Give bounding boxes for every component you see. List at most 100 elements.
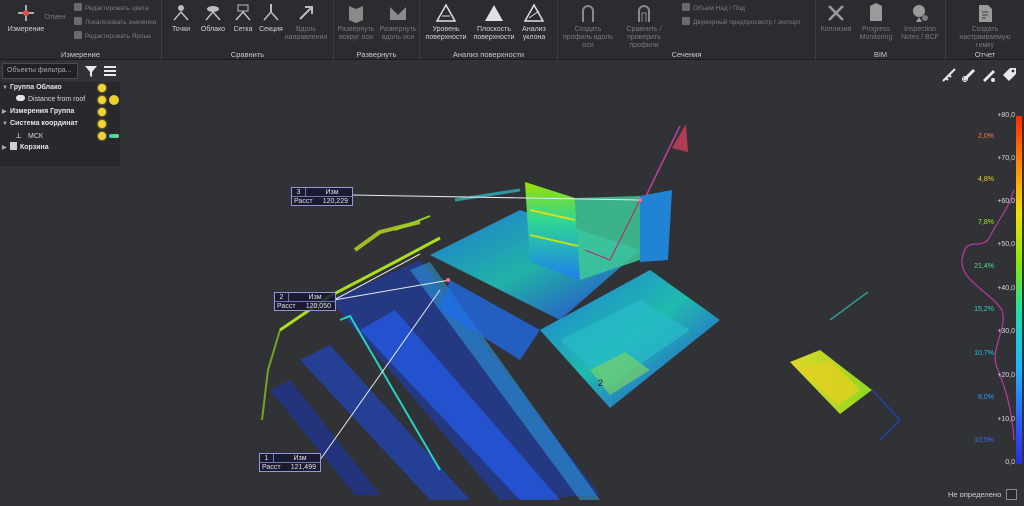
scale-percent: 10,7% [974, 350, 994, 357]
hamburger-menu-icon[interactable] [103, 64, 117, 78]
point-marker-label: 2 [598, 378, 603, 388]
group-unroll: Развернуть вокруг оси Развернуть вдоль о… [334, 0, 420, 60]
surface-level-icon [435, 3, 457, 22]
report-icon [979, 5, 992, 22]
cloud-icon [16, 95, 25, 101]
scale-tick: +60,0 [997, 198, 1015, 205]
edit-label-item[interactable]: Редактировать Ярлык [74, 30, 156, 44]
measurement-label-1[interactable]: 1 Изм Расст 121,499 [259, 453, 321, 472]
point-cloud [261, 124, 902, 500]
tag-tool-icon[interactable] [1000, 66, 1018, 84]
visibility-sun-icon[interactable] [98, 132, 106, 140]
create-custom-report-button[interactable]: Создать настраиваемую гимку [956, 2, 1014, 50]
localize-values-item[interactable]: Локализовать значения [74, 16, 156, 30]
volume-over-under-item[interactable]: Объем Над / Под [682, 2, 801, 16]
visibility-sun-icon[interactable] [98, 108, 106, 116]
color-mode-icon[interactable] [109, 95, 119, 105]
group-label-report: Отчет [974, 50, 996, 59]
ruler-tool-icon[interactable] [940, 66, 958, 84]
filter-input[interactable]: Объекты фильтра... [2, 63, 78, 79]
group-surface: Уровень поверхности Плоскость поверхност… [420, 0, 558, 60]
section-icon [263, 4, 279, 21]
measure-point[interactable] [638, 198, 642, 202]
notes-pin-icon [913, 5, 928, 22]
scale-tick: +20,0 [997, 372, 1015, 379]
collision-button[interactable]: Коллизия [814, 2, 858, 34]
group-label-compare: Сравнить [230, 50, 265, 59]
group-label-surface: Анализ поверхности [452, 50, 525, 59]
measurement-label-2[interactable]: 2 Изм Расст 120,050 [274, 292, 336, 311]
progress-monitoring-button[interactable]: Progress Monitoring [854, 2, 898, 42]
filter-icon[interactable] [84, 64, 98, 78]
compare-profiles-button[interactable]: Сравнить / проверить профили [616, 2, 672, 50]
scale-tick: +10,0 [997, 416, 1015, 423]
expand-arrow-icon[interactable]: ▶ [2, 106, 10, 118]
tree-item-msk[interactable]: ⟂ МСК [0, 130, 120, 142]
visibility-sun-icon[interactable] [98, 96, 106, 104]
edit-colors-item[interactable]: Редактировать цвета [74, 2, 156, 16]
inspection-notes-button[interactable]: Inspection Notes / BCF [898, 2, 942, 42]
annotate-tool-icon[interactable] [980, 66, 998, 84]
3d-viewport[interactable]: 2 [120, 60, 1020, 506]
surface-plane-button[interactable]: Плоскость поверхности [470, 2, 518, 42]
scale-tick: +80,0 [997, 112, 1015, 119]
scale-percent: 7,8% [978, 219, 994, 226]
surface-level-button[interactable]: Уровень поверхности [422, 2, 470, 42]
scale-percent: 21,4% [974, 263, 994, 270]
slope-icon [523, 3, 545, 22]
scale-percent: 2,0% [978, 133, 994, 140]
group-label-measure: Измерение [60, 50, 100, 59]
expand-arrow-icon[interactable]: ▼ [2, 82, 10, 94]
points-icon [173, 5, 189, 21]
unroll-around-axis-button[interactable]: Развернуть вокруг оси [334, 2, 378, 42]
visibility-sun-icon[interactable] [98, 120, 106, 128]
scale-percent: 4,8% [978, 176, 994, 183]
undefined-checkbox[interactable] [1006, 489, 1017, 500]
visibility-sun-icon[interactable] [98, 84, 106, 92]
unroll-around-icon [349, 6, 363, 23]
tree-item-measure-group[interactable]: ▶ Измерения Группа [0, 106, 120, 118]
group-measure: Измерение Отмен Редактировать цвета Лока… [0, 0, 162, 60]
mesh-icon [235, 4, 251, 21]
color-scale-bar [1016, 116, 1022, 464]
scale-tick: +30,0 [997, 328, 1015, 335]
group-compare: Точки Облако Сетка Секция Вдоль направле… [162, 0, 334, 60]
expand-arrow-icon[interactable]: ▶ [2, 142, 10, 154]
scan-tool-icon[interactable] [960, 66, 978, 84]
group-report: Создать настраиваемую гимку Отчет [946, 0, 1024, 60]
unroll-along-icon [390, 7, 406, 20]
tree-item-distance-from-roof[interactable]: Distance from roof [0, 94, 120, 106]
group-label-unroll: Развернуть [356, 50, 397, 59]
compare-profile-icon [638, 5, 650, 22]
cancel-button[interactable]: Отмен [40, 14, 70, 22]
direction-arrow-icon [299, 6, 313, 20]
scale-percent: 8,0% [978, 394, 994, 401]
slope-analysis-button[interactable]: Анализ уклона [514, 2, 554, 42]
unroll-along-axis-button[interactable]: Развернуть вдоль оси [376, 2, 420, 42]
create-profile-button[interactable]: Создать профиль вдоль оси [560, 2, 616, 50]
measure-point[interactable] [446, 278, 450, 282]
filter-placeholder: Объекты фильтра... [7, 67, 72, 74]
scene-tree: ▼ Группа Облако Distance from roof ▶ Измер… [0, 82, 120, 166]
surface-plane-icon [485, 5, 503, 21]
building-icon [870, 3, 882, 21]
link-toggle-icon[interactable] [109, 134, 119, 138]
group-sections: Создать профиль вдоль оси Сравнить / про… [558, 0, 816, 60]
collision-icon [828, 5, 844, 21]
scale-tick: 0,0 [1005, 459, 1015, 466]
group-bim: Коллизия Progress Monitoring Inspection … [816, 0, 946, 60]
measurement-label-3[interactable]: 3 Изм Расст 120,229 [291, 187, 353, 206]
tree-item-coordinate-system[interactable]: ▼ Система координат [0, 118, 120, 130]
cloud-compare-icon [205, 6, 221, 21]
tree-item-trash[interactable]: ▶ Корзина [0, 142, 120, 154]
scale-tick: +40,0 [997, 285, 1015, 292]
tree-item-cloud-group[interactable]: ▼ Группа Облако [0, 82, 120, 94]
ribbon-toolbar: Измерение Отмен Редактировать цвета Лока… [0, 0, 1024, 60]
2d-preview-export-item[interactable]: Двумерный предпросмотр / экспорт [682, 16, 801, 30]
scale-tick: +70,0 [997, 155, 1015, 162]
measure-small-items: Редактировать цвета Локализовать значени… [74, 2, 156, 44]
scale-percent: 15,2% [974, 306, 994, 313]
along-direction-button[interactable]: Вдоль направления [284, 2, 328, 42]
expand-arrow-icon[interactable]: ▼ [2, 118, 10, 130]
scale-tick: +50,0 [997, 241, 1015, 248]
